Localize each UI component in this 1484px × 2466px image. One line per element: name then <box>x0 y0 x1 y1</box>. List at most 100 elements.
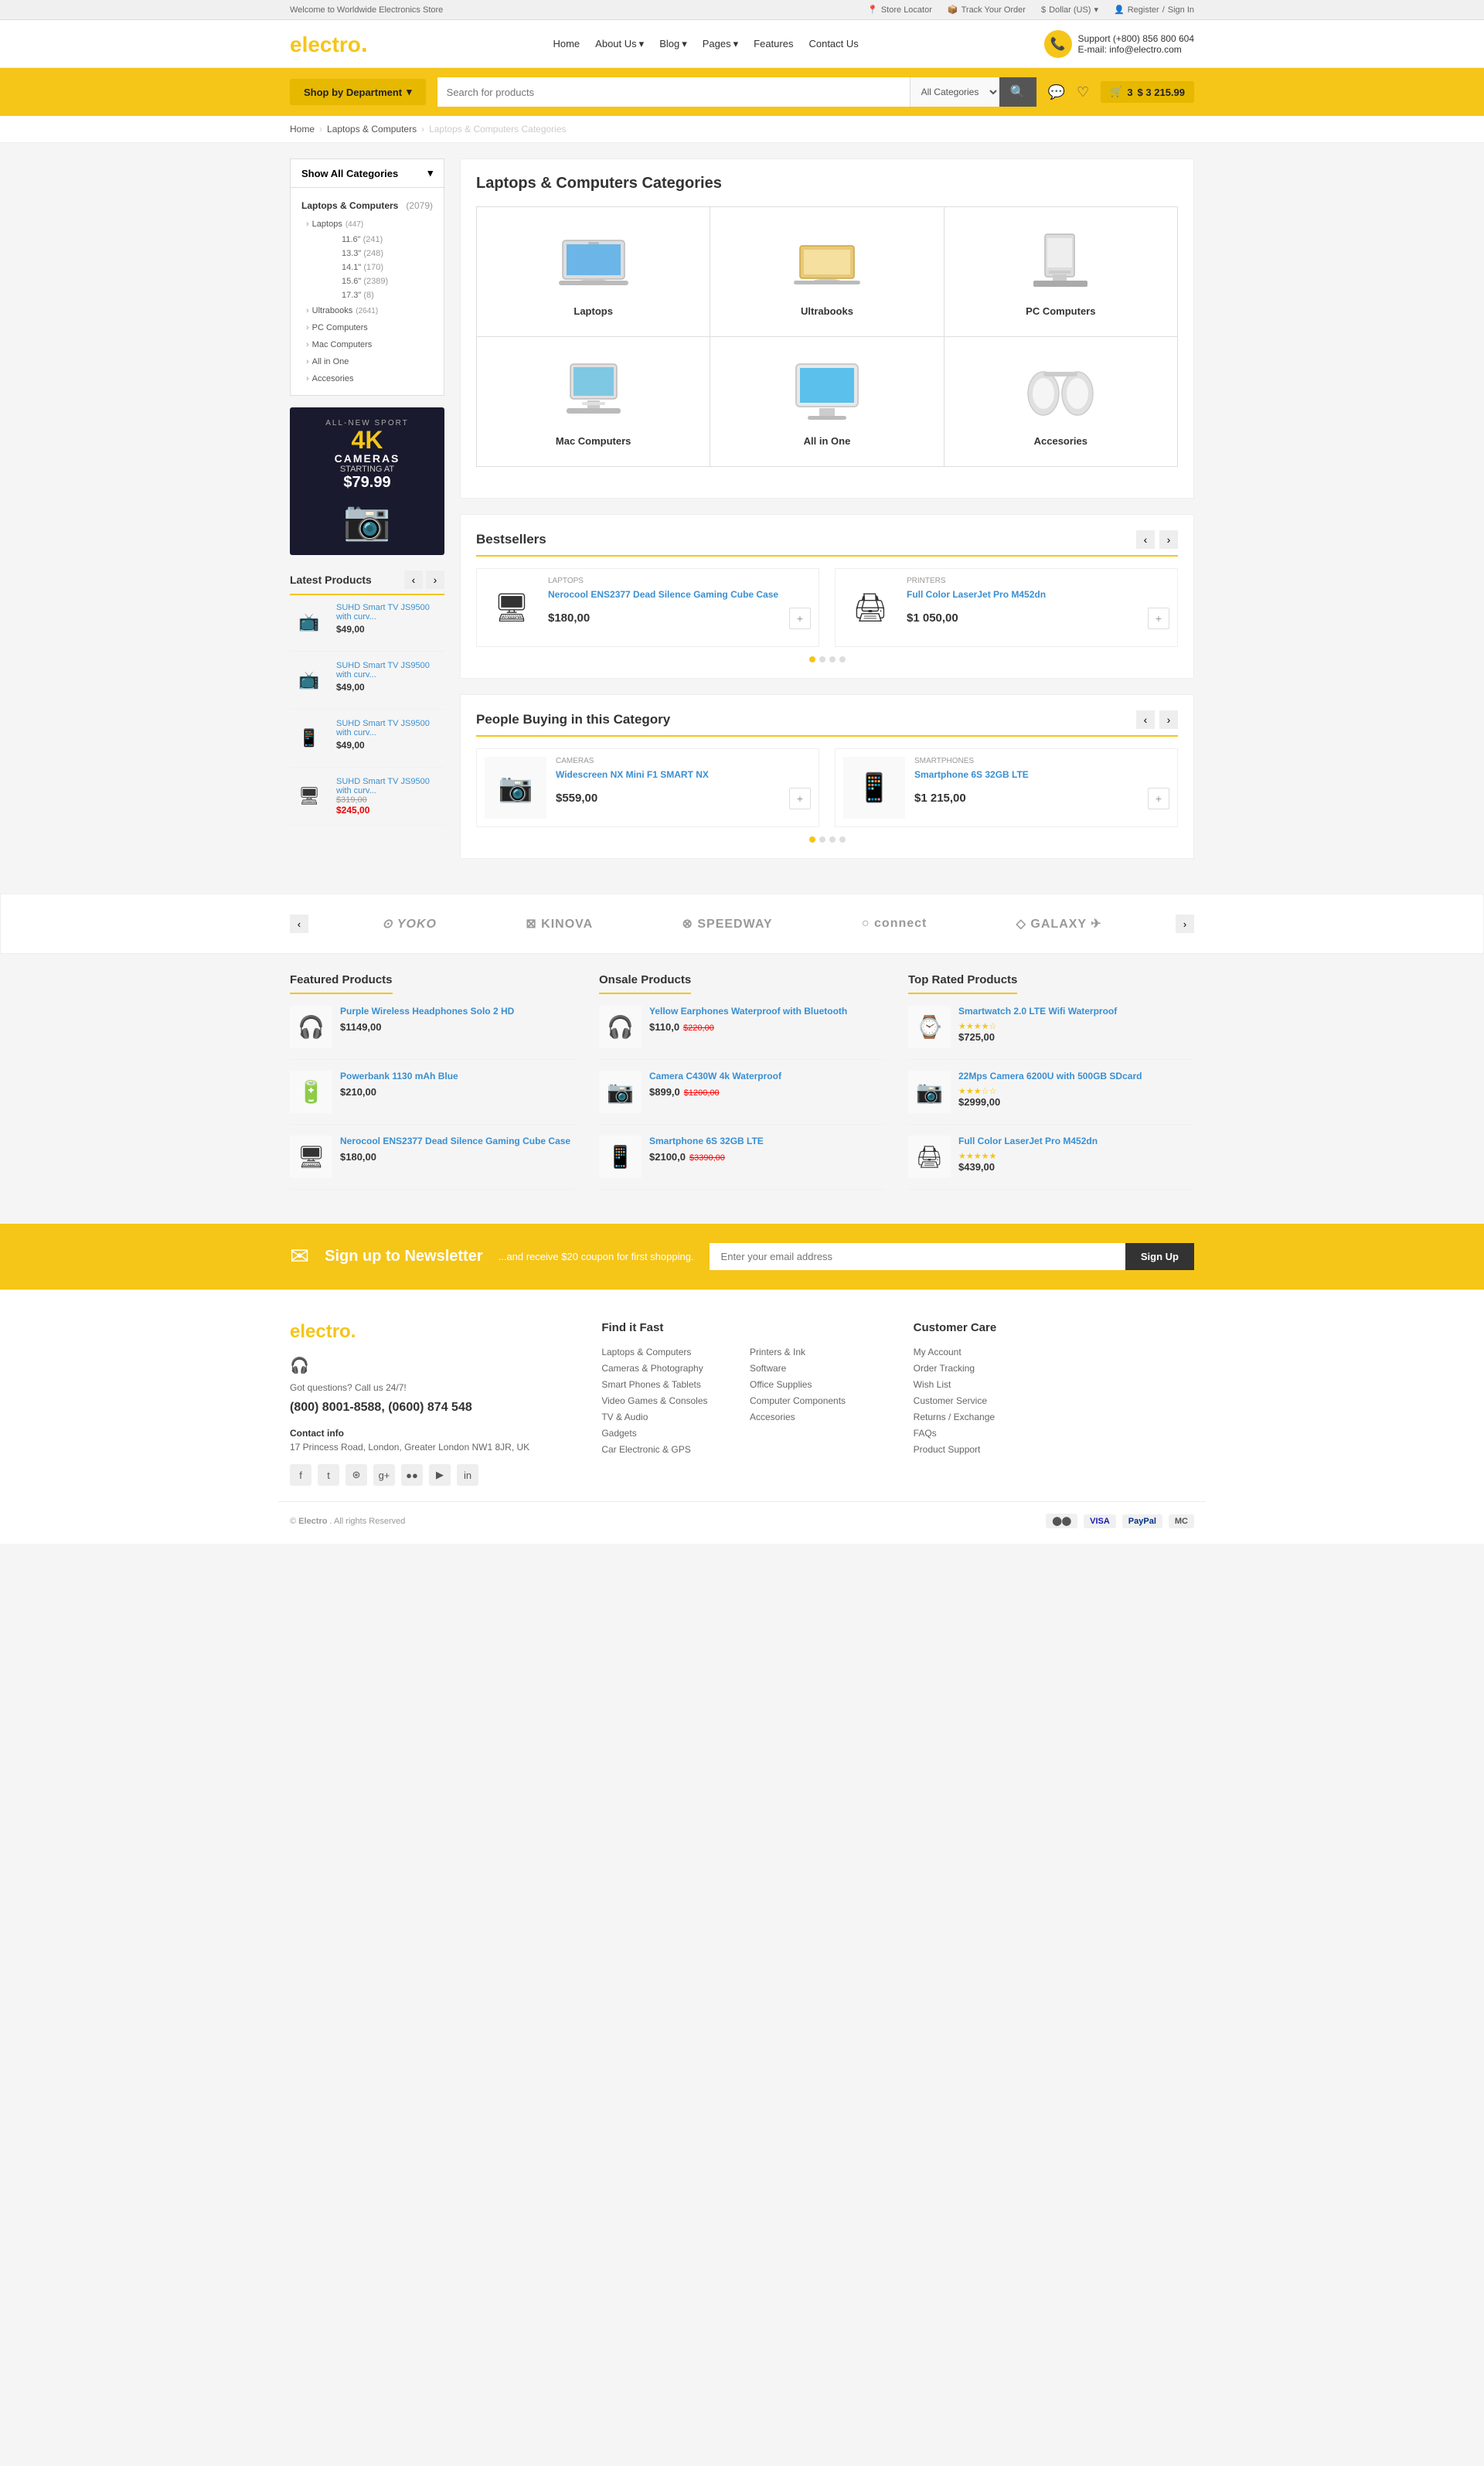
pb-dot-4[interactable] <box>839 836 846 843</box>
footer-link-gadgets[interactable]: Gadgets <box>601 1428 636 1439</box>
dot-3[interactable] <box>829 656 836 662</box>
bestsellers-next-btn[interactable]: › <box>1159 530 1178 549</box>
latest-item-name[interactable]: SUHD Smart TV JS9500 with curv... <box>336 661 444 680</box>
track-order[interactable]: 📦 Track Your Order <box>948 5 1026 15</box>
brands-prev-btn[interactable]: ‹ <box>290 915 308 933</box>
shop-by-department-button[interactable]: Shop by Department ▾ <box>290 79 426 105</box>
sidebar-item-13inch[interactable]: 13.3" (248) <box>314 247 444 261</box>
add-to-cart-1[interactable]: + <box>789 608 811 629</box>
pb-dot-1[interactable] <box>809 836 815 843</box>
latest-prev-btn[interactable]: ‹ <box>404 571 423 589</box>
onsale-name-1[interactable]: Yellow Earphones Waterproof with Bluetoo… <box>649 1006 885 1018</box>
nav-contact[interactable]: Contact Us <box>808 38 858 49</box>
dot-1[interactable] <box>809 656 815 662</box>
breadcrumb-home[interactable]: Home <box>290 124 315 135</box>
nav-features[interactable]: Features <box>754 38 793 49</box>
sidebar-item-laptops[interactable]: Laptops (447) <box>291 216 444 233</box>
sidebar-banner[interactable]: ALL-NEW SPORT 4K CAMERAS STARTING AT $79… <box>290 407 444 555</box>
nav-about[interactable]: About Us ▾ <box>595 38 644 50</box>
footer-link-printers[interactable]: Printers & Ink <box>750 1347 805 1357</box>
sidebar-item-pc-computers[interactable]: PC Computers <box>291 319 444 336</box>
footer-logo[interactable]: electro. <box>290 1321 570 1343</box>
footer-customer-service[interactable]: Customer Service <box>914 1395 987 1406</box>
brands-next-btn[interactable]: › <box>1176 915 1194 933</box>
bestsellers-prev-btn[interactable]: ‹ <box>1136 530 1155 549</box>
googleplus-icon[interactable]: g+ <box>373 1464 395 1486</box>
latest-item-name[interactable]: SUHD Smart TV JS9500 with curv... <box>336 719 444 737</box>
sidebar-item-ultrabooks[interactable]: Ultrabooks (2641) <box>291 302 444 319</box>
dot-4[interactable] <box>839 656 846 662</box>
footer-link-office[interactable]: Office Supplies <box>750 1379 812 1390</box>
footer-faqs[interactable]: FAQs <box>914 1428 937 1439</box>
twitter-icon[interactable]: t <box>318 1464 339 1486</box>
sidebar-item-11inch[interactable]: 11.6" (241) <box>314 233 444 247</box>
footer-product-support[interactable]: Product Support <box>914 1444 981 1455</box>
footer-link-laptops[interactable]: Laptops & Computers <box>601 1347 691 1357</box>
add-to-cart-2[interactable]: + <box>1148 608 1169 629</box>
top-rated-name-2[interactable]: 22Mps Camera 6200U with 500GB SDcard <box>958 1071 1194 1083</box>
brand-kinova[interactable]: ⊠ KINOVA <box>510 910 608 938</box>
brand-galaxy[interactable]: ◇ GALAXY ✈ <box>1001 910 1118 938</box>
chat-icon[interactable]: 💬 <box>1048 84 1065 100</box>
latest-item-name[interactable]: SUHD Smart TV JS9500 with curv... <box>336 603 444 622</box>
category-accesories[interactable]: Accesories <box>945 337 1177 466</box>
newsletter-signup-button[interactable]: Sign Up <box>1125 1243 1194 1270</box>
brand-speedway[interactable]: ⊗ SPEEDWAY <box>667 910 788 938</box>
flickr-icon[interactable]: ●● <box>401 1464 423 1486</box>
footer-returns[interactable]: Returns / Exchange <box>914 1412 995 1422</box>
register-link[interactable]: 👤 Register / Sign In <box>1114 5 1194 15</box>
footer-link-software[interactable]: Software <box>750 1363 786 1374</box>
footer-order-tracking[interactable]: Order Tracking <box>914 1363 975 1374</box>
sidebar-item-mac-computers[interactable]: Mac Computers <box>291 336 444 353</box>
item-name-1[interactable]: Nerocool ENS2377 Dead Silence Gaming Cub… <box>548 588 811 601</box>
search-input[interactable] <box>437 77 910 107</box>
pb-dot-3[interactable] <box>829 836 836 843</box>
nav-pages[interactable]: Pages ▾ <box>703 38 738 50</box>
nav-home[interactable]: Home <box>553 38 580 49</box>
sidebar-item-all-in-one[interactable]: All in One <box>291 353 444 370</box>
people-buying-next-btn[interactable]: › <box>1159 710 1178 729</box>
category-all-in-one[interactable]: All in One <box>710 337 943 466</box>
breadcrumb-laptops[interactable]: Laptops & Computers <box>327 124 417 135</box>
search-button[interactable]: 🔍 <box>999 77 1036 107</box>
footer-link-smartphones[interactable]: Smart Phones & Tablets <box>601 1379 701 1390</box>
pb-dot-2[interactable] <box>819 836 825 843</box>
nav-blog[interactable]: Blog ▾ <box>659 38 687 50</box>
sidebar-main-category[interactable]: Laptops & Computers (2079) <box>291 196 444 216</box>
pb-cart-2[interactable]: + <box>1148 788 1169 809</box>
featured-name-1[interactable]: Purple Wireless Headphones Solo 2 HD <box>340 1006 576 1018</box>
featured-name-2[interactable]: Powerbank 1130 mAh Blue <box>340 1071 576 1083</box>
newsletter-email-input[interactable] <box>710 1243 1125 1270</box>
wishlist-icon[interactable]: ♡ <box>1077 84 1089 100</box>
facebook-icon[interactable]: f <box>290 1464 311 1486</box>
brand-yoko[interactable]: ⊙ YOKO <box>366 910 452 938</box>
latest-item-name[interactable]: SUHD Smart TV JS9500 with curv... <box>336 777 444 795</box>
pb-cart-1[interactable]: + <box>789 788 811 809</box>
dot-2[interactable] <box>819 656 825 662</box>
onsale-name-2[interactable]: Camera C430W 4k Waterproof <box>649 1071 885 1083</box>
show-categories-button[interactable]: Show All Categories ▾ <box>290 158 444 188</box>
footer-link-car[interactable]: Car Electronic & GPS <box>601 1444 690 1455</box>
onsale-name-3[interactable]: Smartphone 6S 32GB LTE <box>649 1136 885 1148</box>
category-mac-computers[interactable]: Mac Computers <box>477 337 710 466</box>
brand-connect[interactable]: ○ connect <box>846 911 942 937</box>
sidebar-item-17inch[interactable]: 17.3" (8) <box>314 288 444 302</box>
currency-selector[interactable]: $ Dollar (US) ▾ <box>1041 5 1098 15</box>
category-pc-computers[interactable]: PC Computers <box>945 207 1177 336</box>
pb-name-2[interactable]: Smartphone 6S 32GB LTE <box>914 768 1169 782</box>
sidebar-item-15inch[interactable]: 15.6" (2389) <box>314 274 444 288</box>
item-name-2[interactable]: Full Color LaserJet Pro M452dn <box>907 588 1169 601</box>
footer-link-cameras[interactable]: Cameras & Photography <box>601 1363 703 1374</box>
store-locator[interactable]: 📍 Store Locator <box>867 5 932 15</box>
category-select[interactable]: All Categories <box>910 77 999 107</box>
footer-link-tv[interactable]: TV & Audio <box>601 1412 648 1422</box>
footer-link-accesories[interactable]: Accesories <box>750 1412 795 1422</box>
rss-icon[interactable]: ⊛ <box>345 1464 367 1486</box>
footer-link-components[interactable]: Computer Components <box>750 1395 846 1406</box>
sidebar-item-14inch[interactable]: 14.1" (170) <box>314 261 444 274</box>
category-laptops[interactable]: Laptops <box>477 207 710 336</box>
vimeo-icon[interactable]: ▶ <box>429 1464 451 1486</box>
footer-link-games[interactable]: Video Games & Consoles <box>601 1395 707 1406</box>
latest-next-btn[interactable]: › <box>426 571 444 589</box>
category-ultrabooks[interactable]: Ultrabooks <box>710 207 943 336</box>
